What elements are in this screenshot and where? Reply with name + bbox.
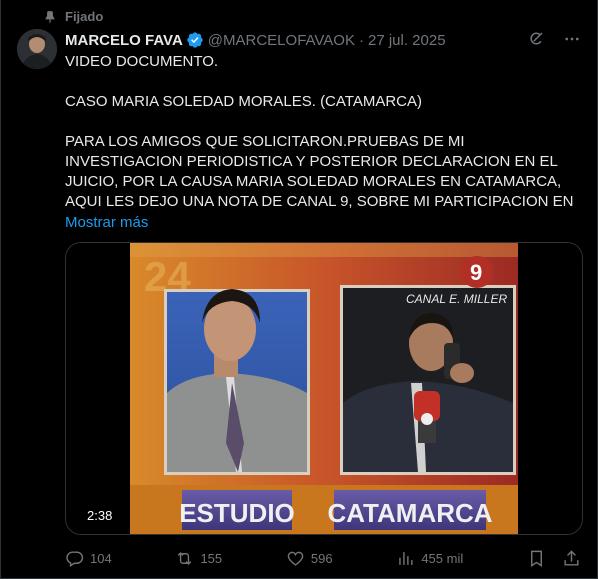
more-options-icon[interactable] — [563, 30, 581, 48]
overlay-channel-text: CANAL E. MILLER — [406, 292, 507, 306]
grok-icon[interactable] — [527, 30, 545, 48]
reply-count: 104 — [90, 550, 112, 566]
post-line-3: PARA LOS AMIGOS QUE SOLICITARON.PRUEBAS … — [65, 133, 574, 210]
like-button[interactable]: 596 — [286, 549, 333, 568]
verified-badge-icon[interactable] — [186, 31, 204, 49]
avatar[interactable] — [17, 29, 57, 69]
share-icon — [564, 549, 579, 566]
post-line-1: VIDEO DOCUMENTO. — [65, 53, 219, 70]
bookmark-button[interactable] — [527, 549, 546, 568]
video-caption-right: CATAMARCA — [327, 498, 492, 528]
pinned-indicator: Fijado — [43, 9, 103, 24]
post-line-2: CASO MARIA SOLEDAD MORALES. (CATAMARCA) — [65, 93, 423, 110]
video-frame: 24 CANAL E. MILLER 9 ESTUDIO CATAMARCA — [66, 243, 582, 534]
tweet-text: VIDEO DOCUMENTO. CASO MARIA SOLEDAD MORA… — [65, 52, 585, 233]
action-bar: 104 155 596 455 mil — [65, 546, 581, 570]
heart-icon — [287, 551, 304, 566]
channel-logo-number: 9 — [470, 260, 482, 285]
share-button[interactable] — [562, 549, 581, 568]
secondary-actions — [527, 549, 581, 568]
post-date[interactable]: 27 jul. 2025 — [368, 32, 446, 49]
like-count: 596 — [310, 550, 333, 566]
header-actions — [527, 30, 581, 48]
bookmark-icon — [531, 550, 542, 567]
video-caption-left: ESTUDIO — [179, 498, 295, 528]
show-more-link[interactable]: Mostrar más — [65, 213, 585, 233]
author-name[interactable]: MARCELO FAVA — [65, 32, 183, 49]
pinned-label: Fijado — [65, 9, 104, 24]
reply-button[interactable]: 104 — [65, 549, 112, 568]
views-button[interactable]: 455 mil — [396, 549, 463, 568]
repost-button[interactable]: 155 — [175, 549, 222, 568]
tweet-header: MARCELO FAVA @MARCELOFAVAOK · 27 jul. 20… — [65, 30, 581, 50]
repost-icon — [178, 551, 192, 565]
reply-icon — [66, 550, 84, 567]
views-count: 455 mil — [421, 550, 464, 566]
pin-icon — [45, 10, 55, 23]
separator-dot: · — [358, 31, 364, 49]
video-duration: 2:38 — [81, 507, 119, 524]
repost-count: 155 — [200, 550, 223, 566]
analytics-icon — [399, 551, 413, 565]
video-player[interactable]: 24 CANAL E. MILLER 9 ESTUDIO CATAMARCA 2… — [65, 242, 583, 535]
tweet-card[interactable]: Fijado MARCELO FAVA @MARCELOFAVAOK · 27 … — [0, 0, 598, 579]
author-handle[interactable]: @MARCELOFAVAOK — [208, 32, 355, 49]
